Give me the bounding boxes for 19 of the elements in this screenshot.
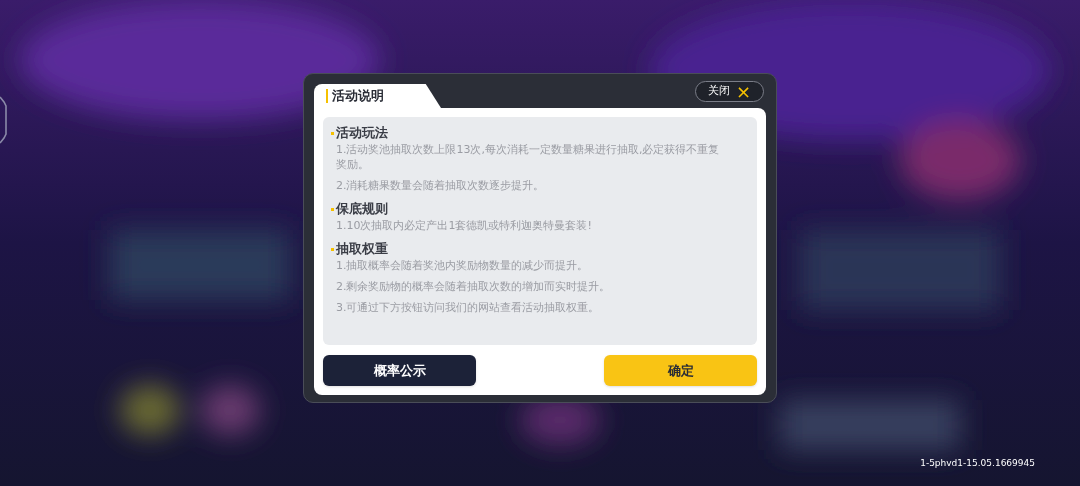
section-heading: 抽取权重	[336, 240, 388, 258]
probability-button[interactable]: 概率公示	[323, 355, 476, 386]
dialog-tab[interactable]: 活动说明	[314, 84, 441, 108]
rule-text: 1.抽取概率会随着奖池内奖励物数量的减少而提升。	[335, 258, 590, 273]
rule-text: 2.剩余奖励物的概率会随着抽取次数的增加而实时提升。	[335, 279, 612, 294]
bullet-icon	[331, 207, 334, 211]
version-label: 1-5phvd1-15.05.1669945	[920, 456, 1035, 470]
dialog-title: 活动说明	[332, 87, 384, 106]
rule-text: 1.10次抽取内必定产出1套德凯或特利迦奥特曼套装!	[335, 218, 593, 233]
section-heading: 活动玩法	[336, 124, 388, 142]
side-tab-icon[interactable]	[0, 96, 8, 144]
rule-text: 2.消耗糖果数量会随着抽取次数逐步提升。	[335, 178, 546, 193]
bullet-icon	[331, 131, 334, 135]
confirm-button[interactable]: 确定	[604, 355, 757, 386]
rule-text: 3.可通过下方按钮访问我们的网站查看活动抽取权重。	[335, 300, 601, 315]
bullet-icon	[331, 247, 334, 251]
accent-bar-icon	[326, 89, 328, 103]
section-heading: 保底规则	[336, 200, 388, 218]
close-button[interactable]: 关闭 ×	[695, 81, 764, 102]
